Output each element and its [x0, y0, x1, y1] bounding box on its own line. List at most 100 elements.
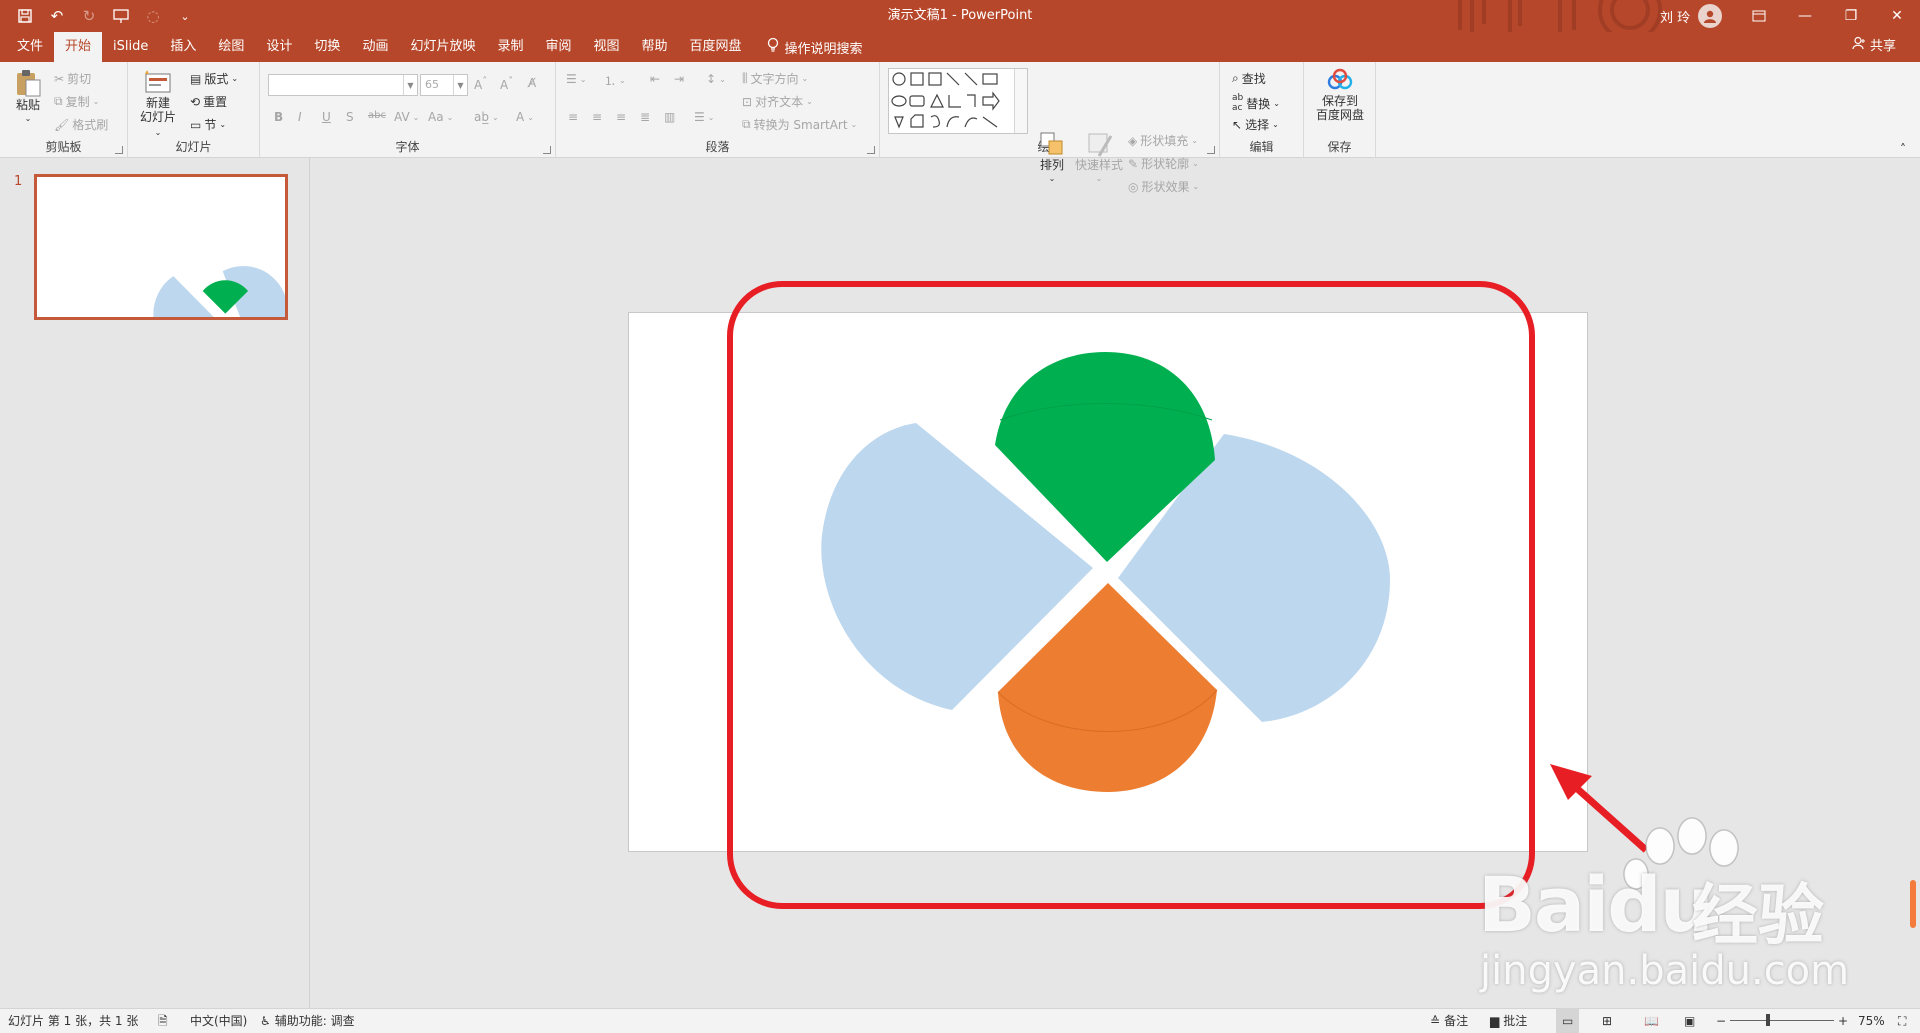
- font-name-combo[interactable]: ▼: [268, 74, 418, 96]
- undo-icon[interactable]: ↶: [46, 5, 68, 27]
- close-icon[interactable]: ✕: [1874, 0, 1920, 32]
- align-center-button[interactable]: ≡: [592, 110, 602, 124]
- restore-icon[interactable]: ❐: [1828, 0, 1874, 32]
- tab-design[interactable]: 设计: [255, 32, 303, 62]
- select-button[interactable]: ↖ 选择 ⌄: [1232, 116, 1279, 133]
- collapse-ribbon-button[interactable]: ˄: [1900, 142, 1906, 156]
- copy-button[interactable]: ⧉ 复制 ⌄: [54, 93, 99, 110]
- zoom-level[interactable]: 75%: [1858, 1009, 1885, 1033]
- comments-button[interactable]: ▆ 批注: [1490, 1009, 1527, 1033]
- slide-canvas[interactable]: [628, 312, 1588, 852]
- tab-animations[interactable]: 动画: [351, 32, 399, 62]
- format-painter-button[interactable]: 🖌 格式刷: [54, 116, 108, 133]
- slide-sorter-button[interactable]: ⊞: [1602, 1009, 1612, 1033]
- quick-styles-button[interactable]: 快速样式 ⌄: [1072, 130, 1126, 186]
- tab-home[interactable]: 开始: [54, 32, 103, 62]
- paste-button[interactable]: 粘贴 ⌄: [10, 68, 46, 126]
- ribbon-display-options-icon[interactable]: [1736, 0, 1782, 32]
- underline-button[interactable]: U: [322, 110, 331, 124]
- chevron-down-icon: ▼: [403, 75, 417, 95]
- zoom-out-button[interactable]: −: [1716, 1009, 1726, 1033]
- spelling-status[interactable]: 🗎: [158, 1009, 168, 1033]
- align-right-button[interactable]: ≡: [616, 110, 626, 124]
- zoom-slider-thumb[interactable]: [1766, 1014, 1770, 1026]
- save-icon[interactable]: [14, 5, 36, 27]
- user-account[interactable]: 刘 玲: [1660, 0, 1723, 32]
- avatar[interactable]: [1698, 4, 1723, 28]
- tab-slideshow[interactable]: 幻灯片放映: [399, 32, 486, 62]
- decrease-font-button[interactable]: A˅: [500, 76, 513, 92]
- tab-islide[interactable]: iSlide: [102, 32, 159, 62]
- shadow-button[interactable]: S: [346, 110, 354, 124]
- align-text-button[interactable]: ⊡ 对齐文本 ⌄: [742, 93, 813, 110]
- cut-button[interactable]: ✂ 剪切: [54, 70, 91, 87]
- presentation-icon[interactable]: [110, 5, 132, 27]
- strikethrough-button[interactable]: abc: [368, 110, 386, 121]
- clear-format-button[interactable]: A̸: [528, 76, 536, 90]
- layout-button[interactable]: ▤ 版式 ⌄: [190, 70, 238, 87]
- tab-file[interactable]: 文件: [6, 32, 54, 62]
- highlight-button[interactable]: ab̲ ⌄: [474, 110, 499, 124]
- shapes-gallery[interactable]: [888, 68, 1028, 134]
- columns-button[interactable]: ▥: [664, 110, 675, 124]
- reset-button[interactable]: ⟲ 重置: [190, 93, 227, 110]
- fit-to-window-button[interactable]: ⛶: [1898, 1009, 1906, 1033]
- tab-baidu-netdisk[interactable]: 百度网盘: [679, 32, 753, 62]
- increase-indent-button[interactable]: ⇥: [674, 72, 684, 86]
- tab-insert[interactable]: 插入: [159, 32, 207, 62]
- align-left-button[interactable]: ≡: [568, 110, 578, 124]
- arrange-button[interactable]: 排列 ⌄: [1034, 130, 1070, 186]
- accessibility-status[interactable]: ♿ 辅助功能: 调查: [260, 1009, 355, 1033]
- save-to-baidu-button[interactable]: 保存到 百度网盘: [1310, 68, 1370, 122]
- zoom-slider[interactable]: [1730, 1020, 1834, 1021]
- tab-draw[interactable]: 绘图: [207, 32, 255, 62]
- bullets-button[interactable]: ☰ ⌄: [566, 72, 586, 86]
- numbering-button[interactable]: ⒈ ⌄: [604, 72, 626, 89]
- tab-help[interactable]: 帮助: [631, 32, 679, 62]
- paragraph-spacing-button[interactable]: ☰ ⌄: [694, 110, 714, 124]
- shape-outline-button[interactable]: ✎ 形状轮廓 ⌄: [1128, 155, 1199, 172]
- zoom-in-button[interactable]: +: [1838, 1009, 1848, 1033]
- slideshow-button[interactable]: ▣: [1684, 1009, 1695, 1033]
- slide-thumbnail[interactable]: [34, 174, 288, 362]
- line-spacing-button[interactable]: ↕ ⌄: [706, 72, 726, 86]
- clipboard-launcher-icon[interactable]: [115, 146, 123, 154]
- language-status[interactable]: 中文(中国): [190, 1009, 247, 1033]
- smartart-button[interactable]: ⧉ 转换为 SmartArt ⌄: [742, 116, 857, 133]
- section-button[interactable]: ▭ 节 ⌄: [190, 116, 226, 133]
- change-case-button[interactable]: Aa ⌄: [428, 110, 453, 124]
- font-color-button[interactable]: A ⌄: [516, 110, 534, 124]
- decrease-indent-button[interactable]: ⇤: [650, 72, 660, 86]
- find-button[interactable]: ⌕ 查找: [1232, 70, 1266, 87]
- notes-button[interactable]: ≙ 备注: [1430, 1009, 1468, 1033]
- reading-view-button[interactable]: 📖: [1644, 1009, 1659, 1033]
- minimize-icon[interactable]: —: [1782, 0, 1828, 32]
- shape-fill-button[interactable]: ◈ 形状填充 ⌄: [1128, 132, 1198, 149]
- customize-qat-icon[interactable]: ⌄: [174, 5, 196, 27]
- font-size-combo[interactable]: 65 ▼: [420, 74, 468, 96]
- shape-effects-button[interactable]: ◎ 形状效果 ⌄: [1128, 178, 1199, 195]
- tab-view[interactable]: 视图: [583, 32, 631, 62]
- bold-button[interactable]: B: [274, 110, 283, 124]
- justify-button[interactable]: ≣: [640, 110, 650, 124]
- paragraph-launcher-icon[interactable]: [867, 146, 875, 154]
- vertical-scrollbar-thumb[interactable]: [1910, 880, 1916, 928]
- increase-font-button[interactable]: A˄: [474, 76, 487, 92]
- tab-review[interactable]: 审阅: [534, 32, 582, 62]
- tab-transitions[interactable]: 切换: [303, 32, 351, 62]
- text-direction-button[interactable]: ⫼ 文字方向 ⌄: [742, 70, 808, 87]
- redo-icon[interactable]: ↻: [78, 5, 100, 27]
- share-button[interactable]: 共享: [1852, 32, 1896, 62]
- italic-button[interactable]: I: [298, 110, 302, 124]
- normal-view-button[interactable]: ▭: [1556, 1009, 1580, 1033]
- touch-mode-icon[interactable]: ◌: [142, 5, 164, 27]
- tab-record[interactable]: 录制: [486, 32, 534, 62]
- font-launcher-icon[interactable]: [543, 146, 551, 154]
- char-spacing-button[interactable]: AV ⌄: [394, 110, 419, 124]
- replace-button[interactable]: ab ac 替换 ⌄: [1232, 93, 1280, 113]
- drawing-launcher-icon[interactable]: [1207, 146, 1215, 154]
- share-label: 共享: [1869, 39, 1896, 54]
- tell-me-search[interactable]: 操作说明搜索: [753, 32, 863, 62]
- shapes-gallery-scroll[interactable]: [1014, 69, 1027, 133]
- new-slide-button[interactable]: 新建 幻灯片 ⌄: [136, 68, 180, 140]
